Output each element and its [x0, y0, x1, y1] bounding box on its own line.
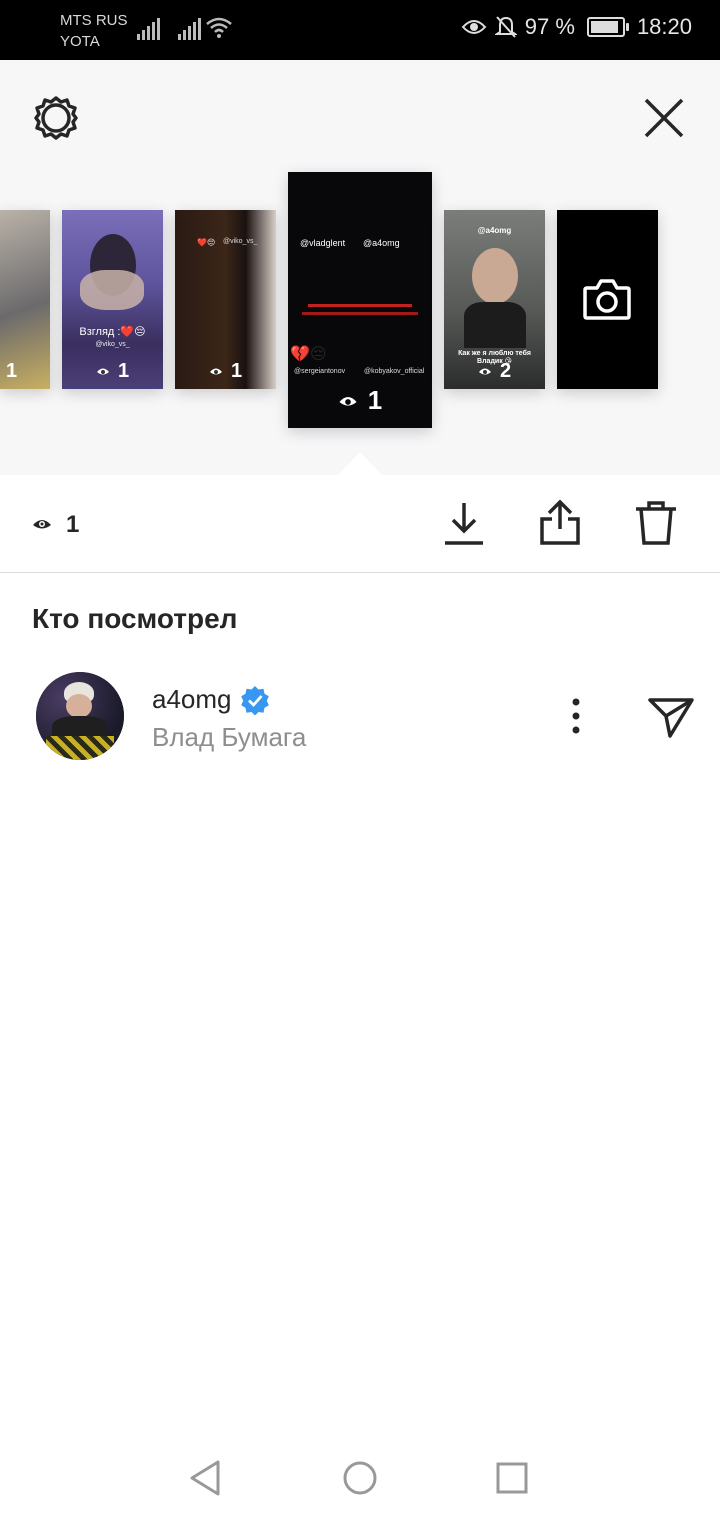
home-nav-icon[interactable] [338, 1456, 382, 1500]
story-tray: 1 Взгляд :❤️😔 @viko_vs_ 1 ❤️😔 @viko_vs_ … [0, 60, 720, 475]
add-story-camera[interactable] [557, 210, 658, 389]
trash-icon[interactable] [632, 499, 680, 547]
back-nav-icon[interactable] [184, 1456, 228, 1500]
story-thumbnail[interactable]: 1 [0, 210, 50, 389]
eye-icon [33, 520, 51, 529]
story-red-text [308, 304, 412, 307]
story-emoji: 💔😔 [290, 346, 327, 363]
carriers: MTS RUS YOTA [60, 10, 128, 52]
eye-icon [209, 368, 222, 375]
selected-caret [338, 452, 382, 475]
story-tag: @vladglent [300, 238, 346, 248]
viewer-username-row[interactable]: a4omg [152, 684, 270, 715]
story-thumbnail[interactable]: Взгляд :❤️😔 @viko_vs_ 1 [62, 210, 163, 389]
story-body [464, 302, 526, 348]
story-tag: @viko_vs_ [223, 238, 258, 245]
story-tag: @kobyakov_official [364, 368, 425, 375]
story-views: 2 [499, 360, 512, 382]
views-count: 1 [32, 511, 79, 539]
camera-icon [583, 279, 631, 320]
carrier-1: MTS RUS [60, 12, 128, 29]
gear-icon[interactable] [32, 94, 80, 142]
story-red-text [302, 312, 418, 315]
signal-icon [137, 18, 160, 40]
recents-nav-icon[interactable] [490, 1456, 534, 1500]
close-icon[interactable] [640, 94, 688, 142]
story-thumbnail[interactable]: @a4omg Как же я люблю тебя Владик 😘 2 [444, 210, 545, 389]
viewer-full-name: Влад Бумага [152, 722, 307, 752]
story-caption: Взгляд :❤️😔 [79, 326, 146, 338]
viewer-username[interactable]: a4omg [152, 684, 232, 715]
story-tag: @sergeiantonov [294, 368, 346, 375]
avatar-pants [46, 736, 114, 760]
eye-icon [96, 368, 109, 375]
clock: 18:20 [636, 14, 692, 39]
battery-percent: 97 % [524, 14, 575, 39]
download-icon[interactable] [440, 499, 488, 547]
story-thumbnail[interactable]: ❤️😔 @viko_vs_ 1 [175, 210, 276, 389]
battery-icon [586, 17, 629, 37]
story-tag: @viko_vs_ [95, 341, 130, 348]
signal-icon-2 [178, 18, 201, 40]
story-thumbnail-selected[interactable]: @vladglent @a4omg 💔😔 @sergeiantonov @kob… [288, 172, 432, 428]
send-message-icon[interactable] [646, 692, 696, 740]
more-options-icon[interactable] [556, 694, 596, 738]
verified-badge-icon [240, 685, 269, 715]
action-bar: 1 [0, 475, 720, 573]
story-face-skin [80, 270, 144, 310]
eye-icon [339, 397, 357, 406]
system-nav-bar [0, 1440, 720, 1520]
story-caption: ❤️😔 [197, 238, 216, 247]
status-right: 97 % 18:20 [461, 14, 692, 40]
views-count-value: 1 [66, 511, 80, 538]
eye-icon [461, 20, 487, 34]
wifi-icon [206, 17, 232, 38]
story-face [472, 248, 518, 304]
story-views: 1 [117, 360, 130, 382]
status-bar: MTS RUS YOTA 97 % 18:20 [0, 0, 720, 60]
avatar-face [66, 694, 92, 718]
story-tag: @a4omg [477, 226, 512, 235]
viewer-row[interactable]: a4omg Влад Бумага [0, 668, 720, 764]
story-tag: @a4omg [363, 238, 400, 248]
bell-muted-icon [494, 16, 517, 38]
viewers-title: Кто посмотрел [32, 603, 238, 634]
story-views: 1 [230, 360, 243, 382]
share-icon[interactable] [536, 499, 584, 547]
avatar[interactable] [36, 672, 124, 760]
story-views: 1 [6, 360, 18, 382]
carrier-2: YOTA [60, 33, 100, 50]
eye-icon [478, 368, 491, 375]
story-views: 1 [367, 385, 383, 415]
